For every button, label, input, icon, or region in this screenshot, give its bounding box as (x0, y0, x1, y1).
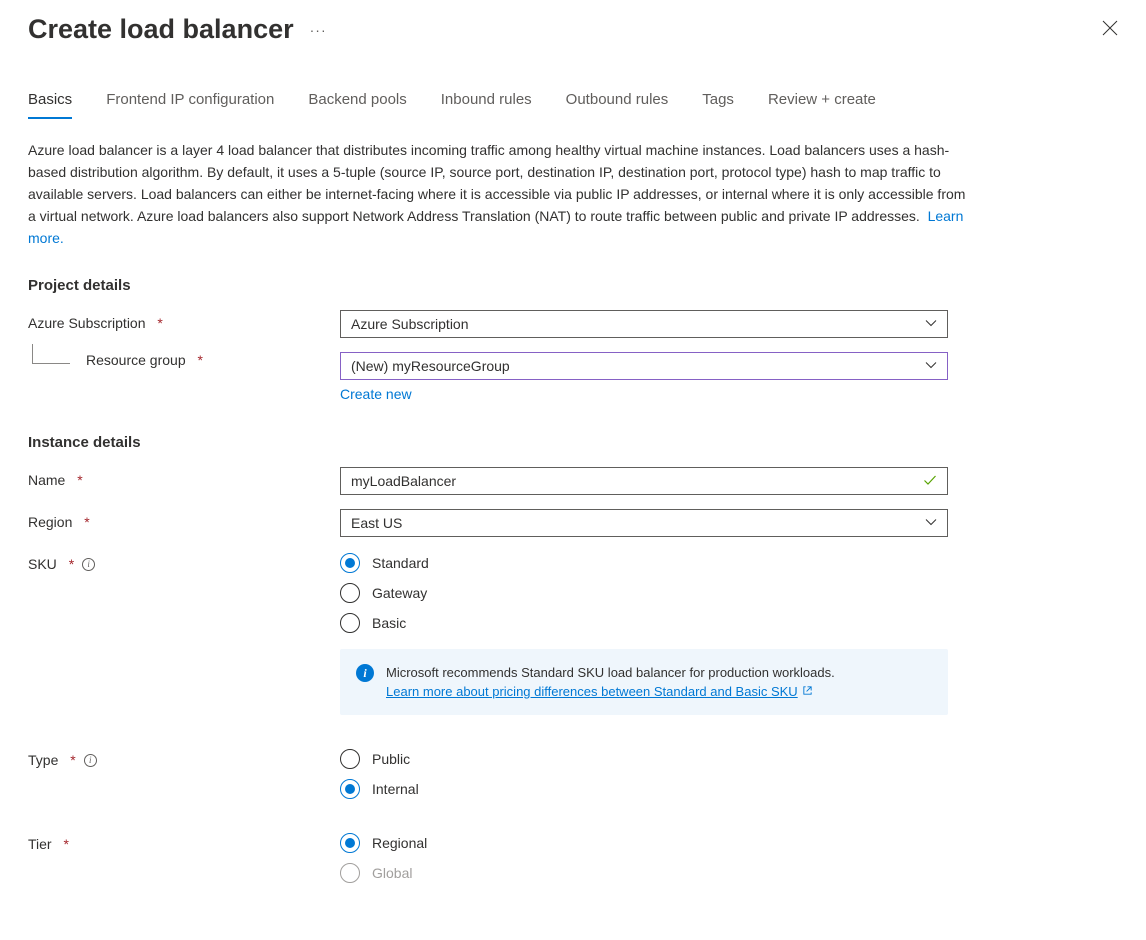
subscription-value: Azure Subscription (351, 316, 469, 332)
name-input[interactable] (340, 467, 948, 495)
chevron-down-icon (925, 515, 937, 531)
instance-details-heading: Instance details (28, 434, 1118, 451)
sku-radio-basic[interactable]: Basic (340, 613, 948, 633)
description-body: Azure load balancer is a layer 4 load ba… (28, 142, 965, 224)
radio-label: Regional (372, 835, 427, 851)
tab-basics[interactable]: Basics (28, 91, 72, 118)
type-radio-internal[interactable]: Internal (340, 779, 948, 799)
tier-radio-group: Regional Global (340, 831, 948, 883)
radio-icon (340, 863, 360, 883)
create-new-link[interactable]: Create new (340, 386, 948, 402)
radio-label: Public (372, 751, 410, 767)
close-icon[interactable] (1102, 20, 1118, 39)
tab-tags[interactable]: Tags (702, 91, 734, 118)
check-icon (923, 473, 937, 490)
page-title: Create load balancer (28, 14, 294, 45)
radio-label: Global (372, 865, 412, 881)
sku-label: SKU * i (28, 551, 340, 572)
tab-inbound-rules[interactable]: Inbound rules (441, 91, 532, 118)
name-label: Name * (28, 467, 340, 488)
sku-pricing-link[interactable]: Learn more about pricing differences bet… (386, 682, 813, 701)
tab-frontend-ip[interactable]: Frontend IP configuration (106, 91, 274, 118)
radio-icon (340, 613, 360, 633)
region-select[interactable]: East US (340, 509, 948, 537)
tier-radio-regional[interactable]: Regional (340, 833, 948, 853)
sku-radio-gateway[interactable]: Gateway (340, 583, 948, 603)
resource-group-value: (New) myResourceGroup (351, 358, 510, 374)
radio-label: Basic (372, 615, 406, 631)
radio-icon (340, 749, 360, 769)
tab-outbound-rules[interactable]: Outbound rules (566, 91, 669, 118)
radio-icon (340, 553, 360, 573)
tier-radio-global: Global (340, 863, 948, 883)
resource-group-label: Resource group * (28, 352, 340, 368)
info-icon[interactable]: i (82, 558, 95, 571)
chevron-down-icon (925, 358, 937, 374)
resource-group-select[interactable]: (New) myResourceGroup (340, 352, 948, 380)
info-icon[interactable]: i (84, 754, 97, 767)
tier-label: Tier * (28, 831, 340, 852)
type-radio-group: Public Internal (340, 747, 948, 799)
region-label: Region * (28, 509, 340, 530)
external-link-icon (802, 682, 813, 701)
radio-icon (340, 779, 360, 799)
sku-info-box: i Microsoft recommends Standard SKU load… (340, 649, 948, 715)
description-text: Azure load balancer is a layer 4 load ba… (28, 139, 968, 249)
more-icon[interactable]: ··· (310, 22, 327, 38)
radio-label: Internal (372, 781, 419, 797)
project-details-heading: Project details (28, 277, 1118, 294)
type-radio-public[interactable]: Public (340, 749, 948, 769)
info-circle-icon: i (356, 664, 374, 682)
name-input-field[interactable] (351, 473, 923, 489)
sku-radio-group: Standard Gateway Basic (340, 551, 948, 633)
tab-review-create[interactable]: Review + create (768, 91, 876, 118)
header: Create load balancer ··· (28, 14, 1118, 45)
subscription-select[interactable]: Azure Subscription (340, 310, 948, 338)
subscription-label: Azure Subscription * (28, 310, 340, 331)
radio-label: Standard (372, 555, 429, 571)
chevron-down-icon (925, 316, 937, 332)
radio-icon (340, 833, 360, 853)
sku-info-text: Microsoft recommends Standard SKU load b… (386, 665, 835, 680)
tabs: Basics Frontend IP configuration Backend… (28, 91, 1118, 119)
radio-label: Gateway (372, 585, 427, 601)
tab-backend-pools[interactable]: Backend pools (308, 91, 406, 118)
sku-radio-standard[interactable]: Standard (340, 553, 948, 573)
type-label: Type * i (28, 747, 340, 768)
radio-icon (340, 583, 360, 603)
region-value: East US (351, 515, 402, 531)
indent-bracket-icon (32, 344, 70, 364)
